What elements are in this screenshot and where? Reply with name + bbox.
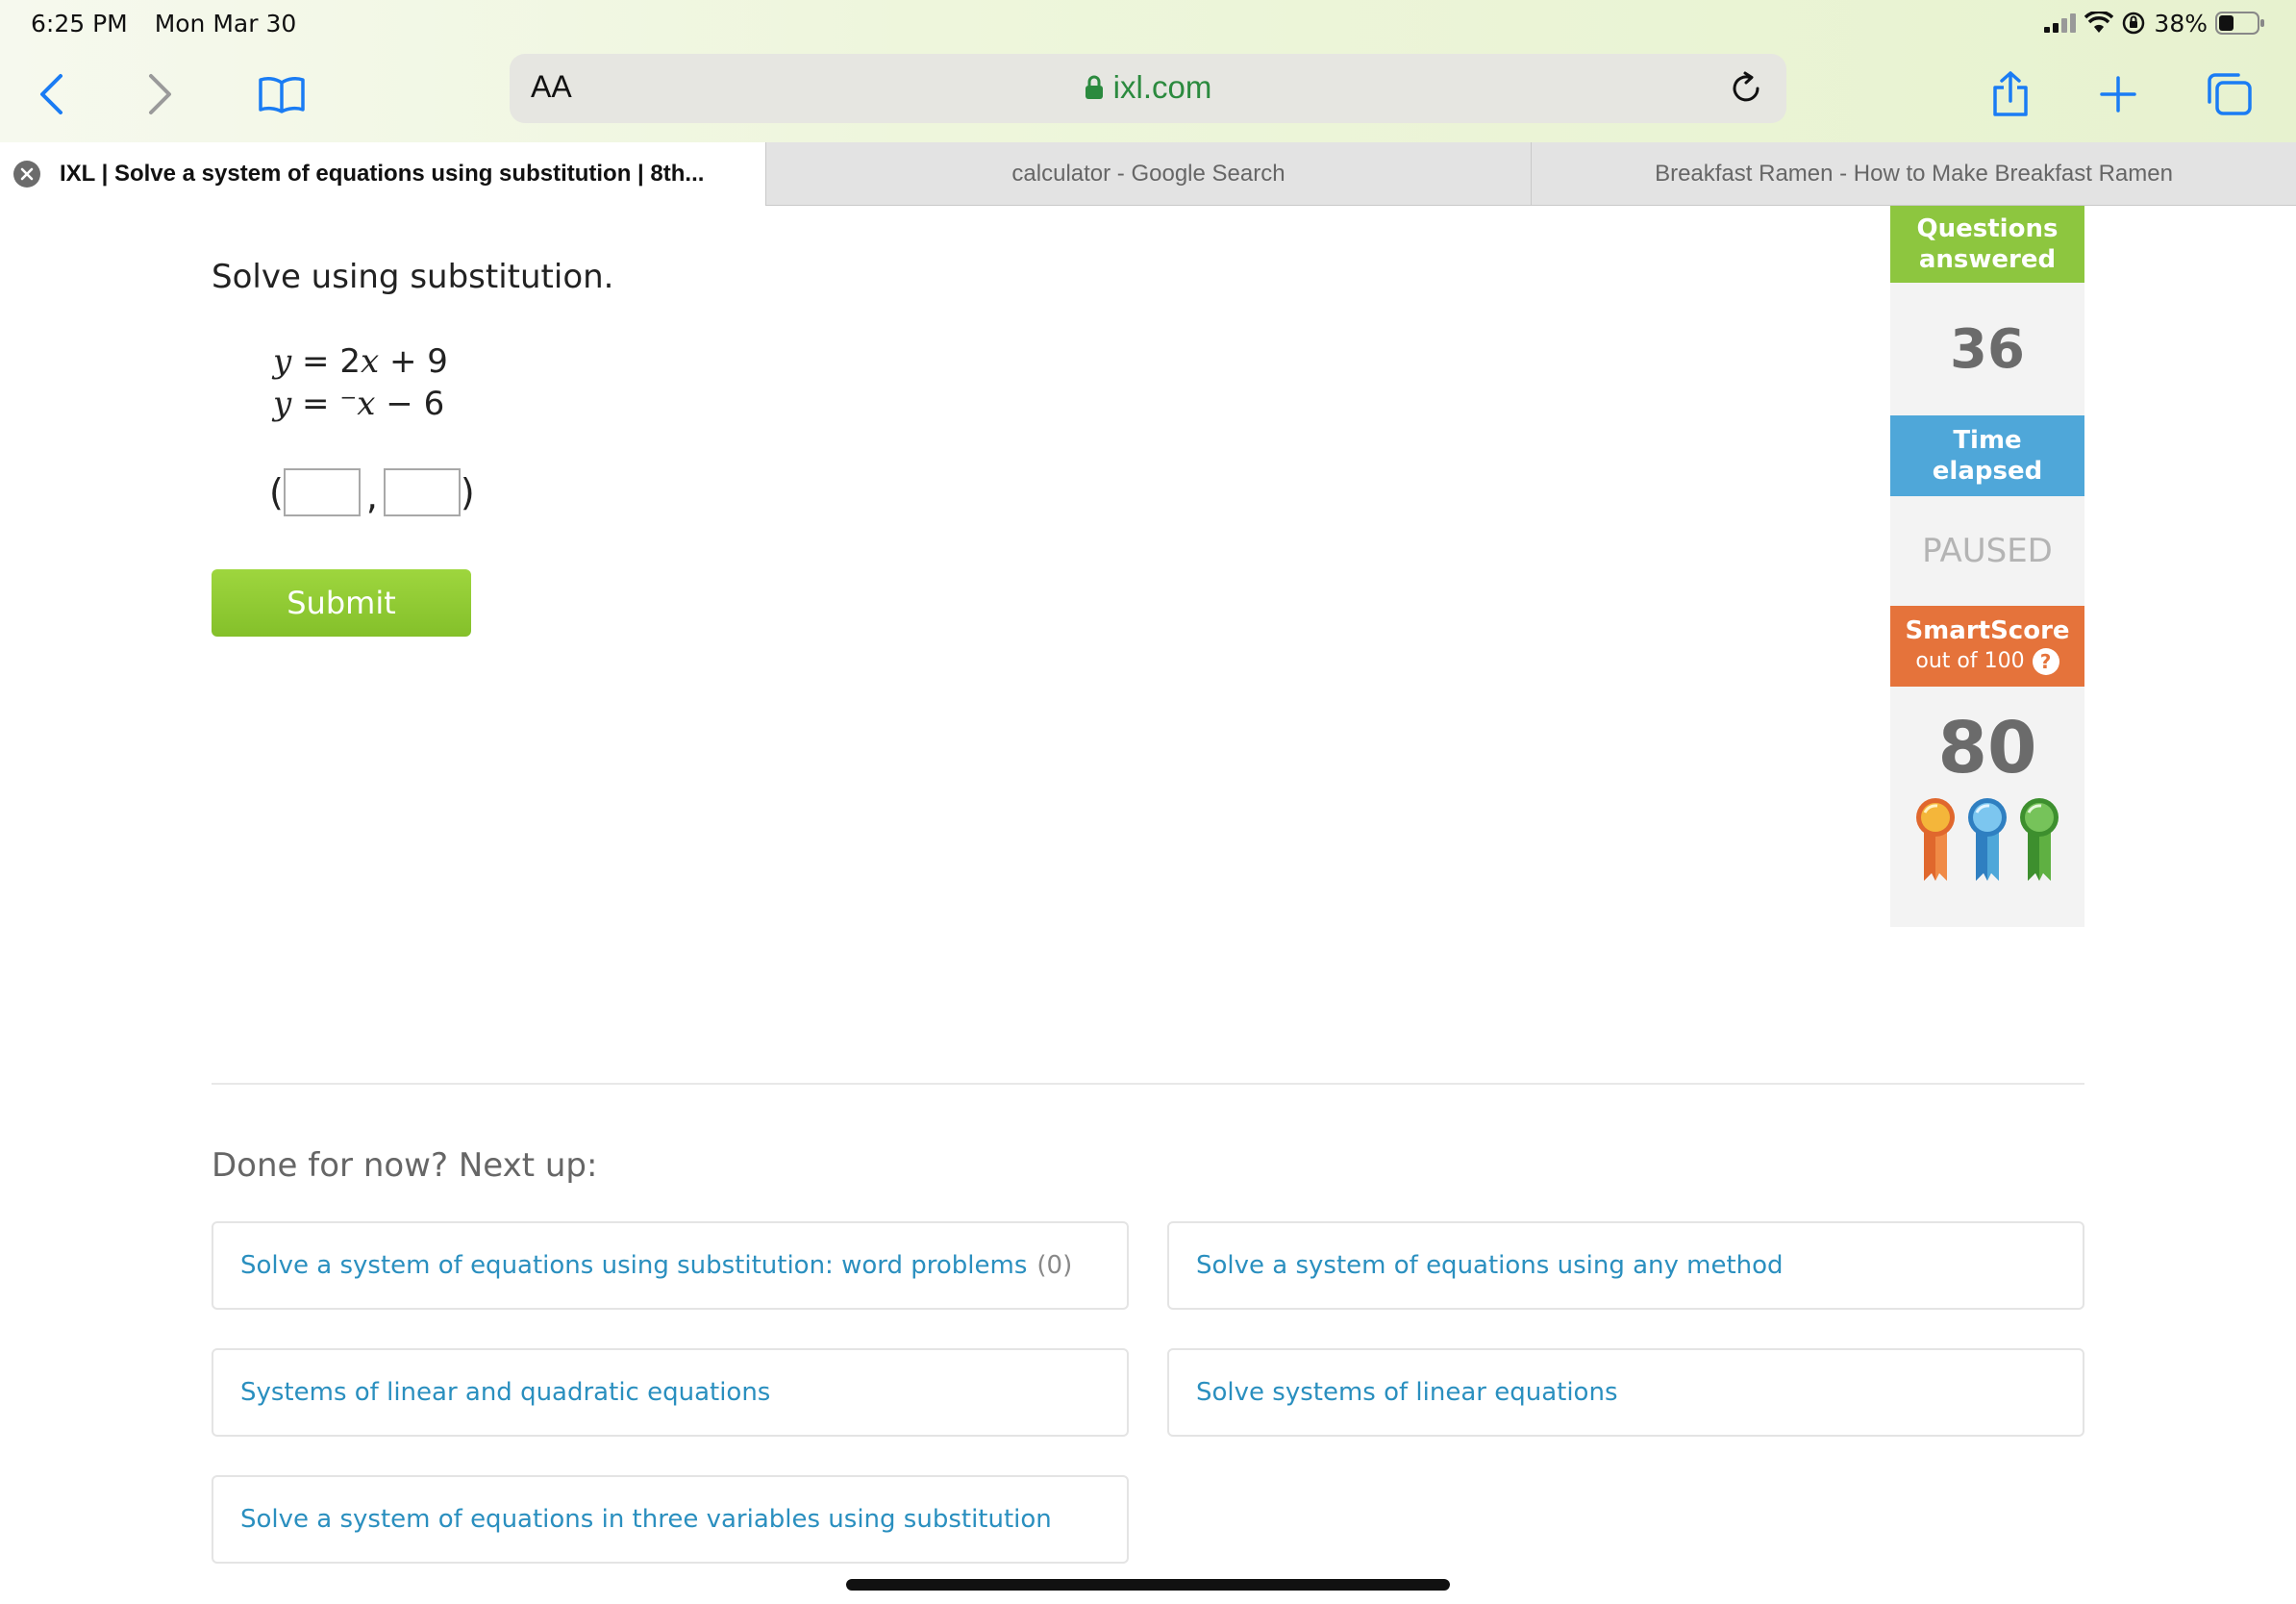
book-icon — [259, 77, 305, 113]
questions-answered-value: 36 — [1890, 283, 2084, 415]
eq2-mid: = ⁻ — [291, 385, 358, 423]
smartscore-label: SmartScore — [1905, 616, 2070, 645]
next-up-title: Done for now? Next up: — [212, 1146, 598, 1185]
orange-ribbon-icon — [1916, 798, 1955, 881]
tab-ixl[interactable]: IXL | Solve a system of equations using … — [0, 142, 765, 206]
bookmarks-button[interactable] — [238, 46, 325, 142]
stats-sidebar: Questions answered 36 Time elapsed PAUSE… — [1890, 206, 2084, 927]
y-answer-input[interactable] — [383, 468, 461, 516]
smartscore-header: SmartScore out of 100 ? — [1890, 606, 2084, 687]
tab-bar: IXL | Solve a system of equations using … — [0, 142, 2296, 206]
battery-percent: 38% — [2154, 9, 2208, 38]
tab-label: IXL | Solve a system of equations using … — [60, 161, 705, 187]
time-elapsed-label-line1: Time — [1953, 426, 2022, 455]
smartscore-value: 80 — [1937, 707, 2037, 789]
address-bar[interactable]: AA ixl.com — [510, 54, 1786, 123]
chevron-right-icon — [149, 74, 171, 114]
time-elapsed-label-line2: elapsed — [1932, 457, 2043, 486]
smartscore-sub: out of 100 ? — [1915, 646, 2059, 677]
tab-label: Breakfast Ramen - How to Make Breakfast … — [1655, 161, 2173, 187]
questions-answered-header: Questions answered — [1890, 206, 2084, 283]
next-up-link-linear-systems[interactable]: Solve systems of linear equations — [1167, 1348, 2084, 1437]
time-elapsed-value: PAUSED — [1890, 496, 2084, 606]
next-up-link-label: Systems of linear and quadratic equation… — [240, 1378, 771, 1407]
share-button[interactable] — [1967, 46, 2054, 142]
award-ribbons — [1912, 796, 2062, 885]
forward-button[interactable] — [117, 46, 204, 142]
reload-button[interactable] — [1727, 69, 1765, 112]
tabs-overview-button[interactable] — [2186, 46, 2273, 142]
tabs-icon — [2208, 73, 2252, 115]
next-up-link-label: Solve a system of equations in three var… — [240, 1505, 1052, 1534]
x-answer-input[interactable] — [283, 468, 361, 516]
section-divider — [212, 1083, 2084, 1085]
eq1-var: x — [360, 342, 380, 381]
eq1-rhs: + 9 — [379, 342, 448, 381]
questions-answered-label-line1: Questions — [1916, 214, 2059, 243]
time-elapsed-header: Time elapsed — [1890, 415, 2084, 496]
tab-label: calculator - Google Search — [1011, 161, 1285, 187]
status-time: 6:25 PM — [31, 9, 128, 38]
submit-button[interactable]: Submit — [212, 569, 471, 637]
next-up-link-three-variables[interactable]: Solve a system of equations in three var… — [212, 1475, 1129, 1564]
smartscore-body: 80 — [1890, 687, 2084, 927]
orientation-lock-icon — [2123, 12, 2145, 35]
status-right: 38% — [2044, 10, 2265, 38]
next-up-link-count: (0) — [1036, 1251, 1073, 1280]
home-indicator[interactable] — [846, 1579, 1450, 1591]
back-button[interactable] — [8, 46, 94, 142]
smartscore-sub-label: out of 100 — [1915, 649, 2025, 673]
plus-icon — [2100, 76, 2136, 113]
eq2-rhs: − 6 — [375, 385, 445, 423]
reload-icon — [1733, 71, 1759, 102]
eq2-var: x — [357, 385, 376, 423]
tab-calculator-search[interactable]: calculator - Google Search — [765, 142, 1531, 206]
close-tab-button[interactable] — [13, 161, 40, 188]
eq1-lhs: y — [273, 342, 292, 381]
wifi-icon — [2084, 12, 2114, 33]
questions-answered-label-line2: answered — [1918, 245, 2057, 274]
equation-1: y = 2x + 9 — [273, 342, 448, 381]
chevron-left-icon — [40, 74, 62, 114]
share-icon — [1993, 71, 2028, 116]
lock-icon — [1085, 75, 1103, 99]
equation-2: y = ⁻x − 6 — [273, 385, 444, 423]
next-up-link-word-problems[interactable]: Solve a system of equations using substi… — [212, 1221, 1129, 1310]
status-bar: 6:25 PM Mon Mar 30 38% — [0, 0, 2296, 46]
ordered-pair-answer: ( , ) — [269, 467, 475, 517]
close-paren: ) — [460, 471, 475, 514]
cellular-signal-icon — [2044, 13, 2077, 33]
new-tab-button[interactable] — [2075, 46, 2161, 142]
status-date: Mon Mar 30 — [154, 9, 297, 38]
blue-ribbon-icon — [1968, 798, 2007, 881]
battery-icon — [2215, 12, 2264, 35]
url-text: ixl.com — [1112, 69, 1212, 105]
status-left: 6:25 PM Mon Mar 30 — [31, 10, 315, 38]
help-icon[interactable]: ? — [2032, 648, 2059, 675]
question-prompt: Solve using substitution. — [212, 258, 614, 296]
eq2-lhs: y — [273, 385, 292, 423]
close-icon — [20, 167, 34, 181]
url-field[interactable]: ixl.com — [510, 69, 1786, 106]
eq1-mid: = 2 — [291, 342, 361, 381]
next-up-link-label: Solve systems of linear equations — [1196, 1378, 1618, 1407]
comma: , — [365, 475, 378, 517]
green-ribbon-icon — [2020, 798, 2059, 881]
next-up-link-any-method[interactable]: Solve a system of equations using any me… — [1167, 1221, 2084, 1310]
next-up-link-label: Solve a system of equations using any me… — [1196, 1251, 1784, 1280]
next-up-link-linear-quadratic[interactable]: Systems of linear and quadratic equation… — [212, 1348, 1129, 1437]
open-paren: ( — [269, 471, 284, 514]
browser-toolbar: AA ixl.com — [0, 46, 2296, 142]
next-up-link-label: Solve a system of equations using substi… — [240, 1251, 1028, 1280]
tab-breakfast-ramen[interactable]: Breakfast Ramen - How to Make Breakfast … — [1531, 142, 2296, 206]
